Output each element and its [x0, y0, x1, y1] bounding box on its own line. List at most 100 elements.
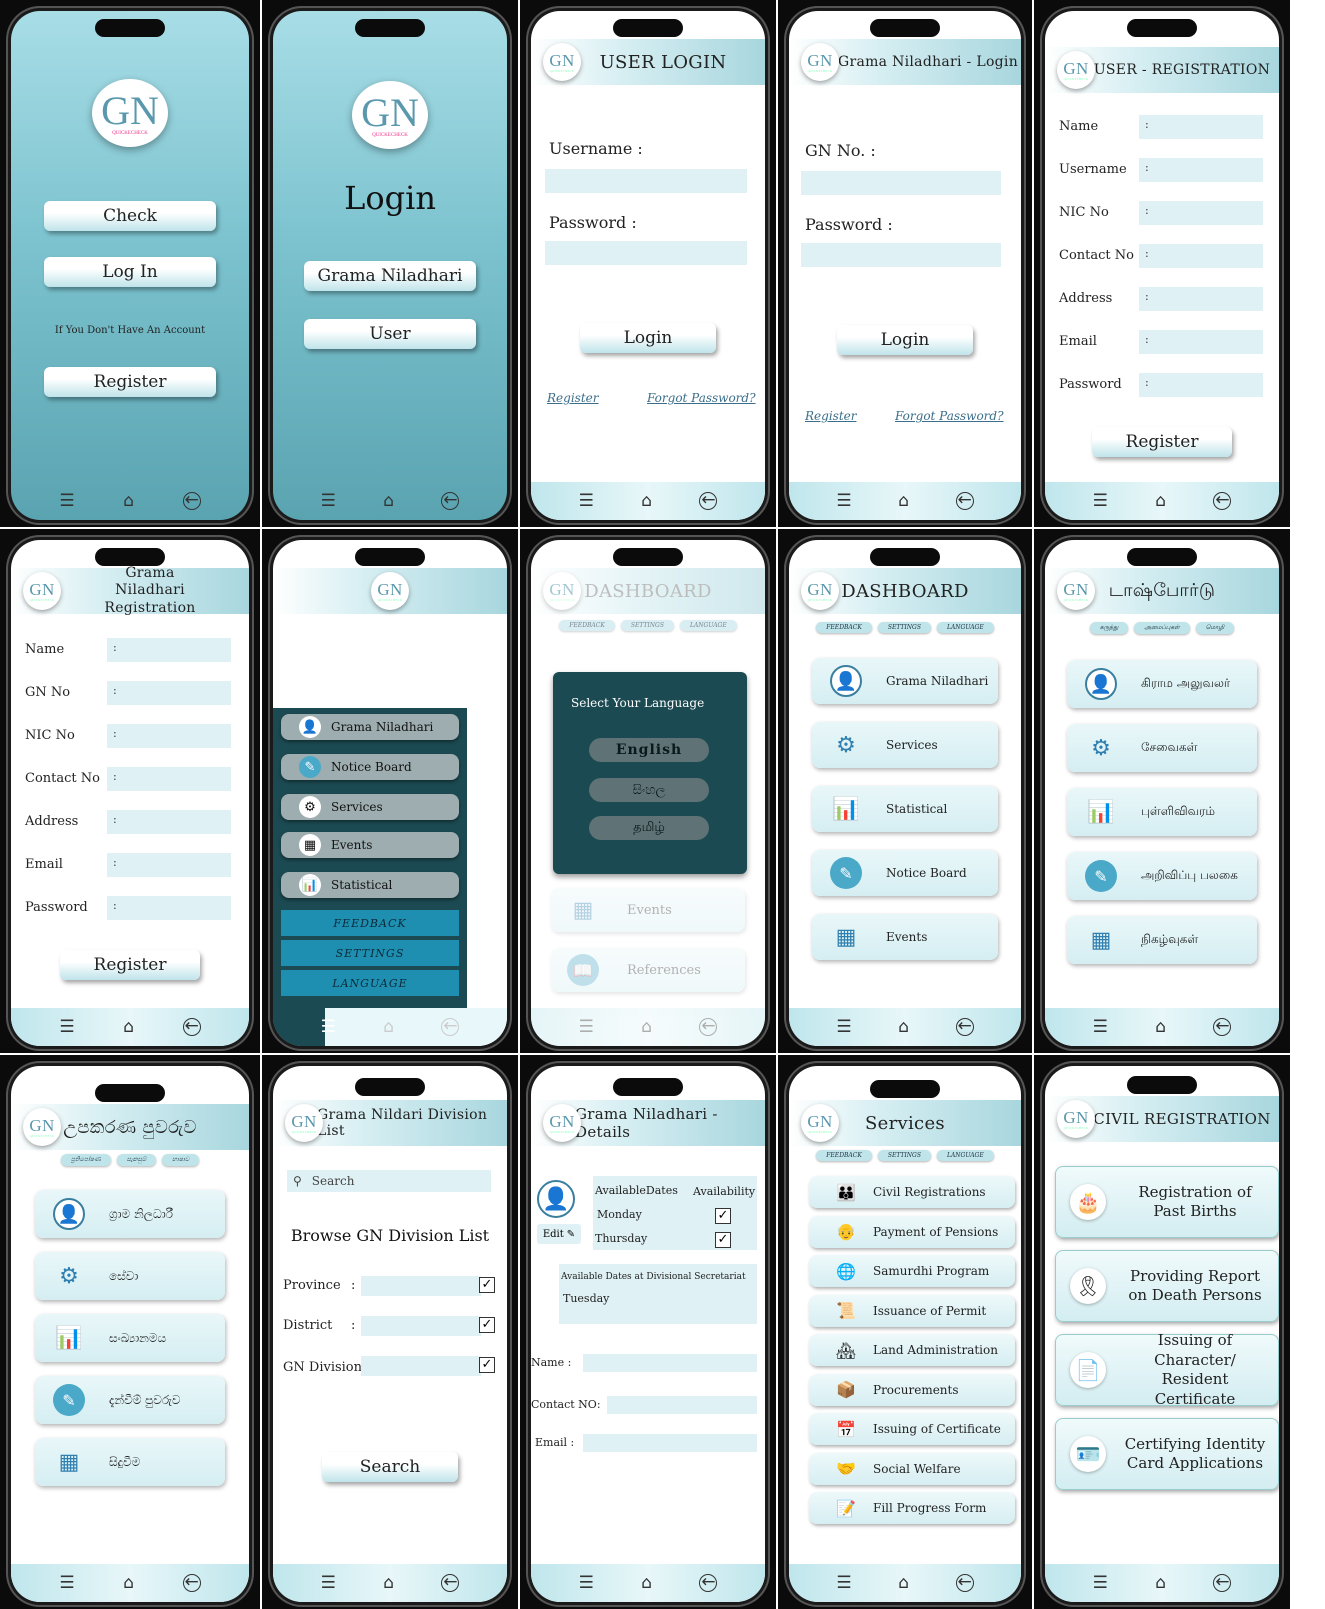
register-link[interactable]: Register: [547, 391, 598, 405]
home-icon[interactable]: ⌂: [383, 1573, 394, 1593]
menu-icon[interactable]: ☰: [579, 1017, 594, 1037]
password-field[interactable]: [545, 241, 747, 265]
address-field[interactable]: :: [107, 810, 231, 834]
civil-registration-item[interactable]: 📄 Issuing of Character/ Resident Certific…: [1055, 1331, 1279, 1408]
feedback-button[interactable]: FEEDBACK: [281, 910, 459, 936]
menu-icon[interactable]: ☰: [59, 1017, 74, 1037]
contact-no-field[interactable]: :: [107, 767, 231, 791]
availability-checkbox[interactable]: ✓: [715, 1208, 731, 1224]
district-dropdown-icon[interactable]: ✓: [479, 1317, 495, 1333]
password-field[interactable]: :: [1139, 373, 1263, 397]
back-icon[interactable]: ←: [699, 1574, 718, 1592]
menu-icon[interactable]: ☰: [321, 1573, 336, 1593]
email-field[interactable]: [583, 1434, 757, 1452]
home-icon[interactable]: ⌂: [383, 491, 394, 511]
civil-registration-item[interactable]: 🪪 Certifying Identity Card Applications: [1055, 1418, 1279, 1490]
dashboard-card[interactable]: ▦ நிகழ்வுகள்: [1067, 916, 1257, 964]
service-item[interactable]: 👪 Civil Registrations: [809, 1176, 1015, 1208]
dashboard-card[interactable]: ▦ Events: [812, 914, 998, 960]
contact-no-field[interactable]: :: [1139, 244, 1263, 268]
back-icon[interactable]: ←: [699, 492, 718, 510]
menu-icon[interactable]: ☰: [59, 1573, 74, 1593]
tamil-option[interactable]: தமிழ்: [589, 816, 709, 840]
home-icon[interactable]: ⌂: [383, 1017, 394, 1037]
service-item[interactable]: 📦 Procurements: [809, 1373, 1015, 1406]
contact-field[interactable]: [607, 1396, 757, 1414]
home-icon[interactable]: ⌂: [641, 491, 652, 511]
back-icon[interactable]: ←: [1213, 1018, 1232, 1036]
gn-division-select[interactable]: [361, 1356, 481, 1376]
service-item[interactable]: 👴 Payment of Pensions: [809, 1215, 1015, 1248]
tab-feedback[interactable]: ප්‍රතිපෝෂණ: [60, 1154, 111, 1166]
dashboard-card[interactable]: ✎ Notice Board: [812, 850, 998, 896]
dashboard-card[interactable]: 📊 புள்ளிவிவரம்: [1067, 788, 1257, 836]
register-button[interactable]: Register: [60, 950, 200, 980]
email-field[interactable]: :: [107, 853, 231, 877]
menu-icon[interactable]: ☰: [1093, 491, 1108, 511]
sinhala-option[interactable]: සිංහල: [589, 778, 709, 802]
name-field[interactable]: :: [1139, 115, 1263, 139]
back-icon[interactable]: ←: [182, 492, 201, 510]
tab-settings[interactable]: SETTINGS: [877, 1150, 931, 1161]
province-dropdown-icon[interactable]: ✓: [479, 1277, 495, 1293]
nic-no-field[interactable]: :: [107, 724, 231, 748]
tab-language[interactable]: மொழி: [1195, 622, 1235, 634]
menu-item-statistical[interactable]: 📊 Statistical: [281, 872, 459, 898]
dashboard-card[interactable]: 👤 Grama Niladhari: [812, 658, 998, 704]
service-item[interactable]: 🏘 Land Administration: [809, 1334, 1015, 1366]
menu-item-services[interactable]: ⚙ Services: [281, 794, 459, 820]
password-field[interactable]: [801, 243, 1001, 267]
dashboard-card[interactable]: 📊 Statistical: [812, 786, 998, 832]
password-field[interactable]: :: [107, 896, 231, 920]
back-icon[interactable]: ←: [182, 1574, 201, 1592]
forgot-password-link[interactable]: Forgot Password?: [647, 391, 756, 405]
gn-no-field[interactable]: :: [107, 681, 231, 705]
login-button[interactable]: Log In: [44, 257, 216, 287]
register-button[interactable]: Register: [1092, 427, 1232, 457]
gn-division-dropdown-icon[interactable]: ✓: [479, 1357, 495, 1373]
name-field[interactable]: [583, 1354, 757, 1372]
service-item[interactable]: 📜 Issuance of Permit: [809, 1294, 1015, 1327]
dashboard-card[interactable]: ⚙ Services: [812, 722, 998, 768]
service-item[interactable]: 🤝 Social Welfare: [809, 1452, 1015, 1485]
menu-icon[interactable]: ☰: [836, 1573, 851, 1593]
dashboard-card[interactable]: 📊 සංඛ්‍යානමය: [35, 1314, 225, 1362]
menu-icon[interactable]: ☰: [836, 1017, 851, 1037]
home-icon[interactable]: ⌂: [1155, 1017, 1166, 1037]
search-button[interactable]: Search: [322, 1452, 458, 1482]
service-item[interactable]: 📝 Fill Progress Form: [809, 1492, 1015, 1524]
menu-icon[interactable]: ☰: [1093, 1017, 1108, 1037]
home-icon[interactable]: ⌂: [123, 491, 134, 511]
username-field[interactable]: [545, 169, 747, 193]
home-icon[interactable]: ⌂: [1155, 491, 1166, 511]
tab-feedback[interactable]: FEEDBACK: [816, 1150, 872, 1161]
search-input[interactable]: ⚲ Search: [287, 1170, 491, 1192]
home-icon[interactable]: ⌂: [123, 1573, 134, 1593]
tab-language[interactable]: භාෂාව: [162, 1154, 200, 1166]
name-field[interactable]: :: [107, 638, 231, 662]
dashboard-card[interactable]: ⚙ சேவைகள்: [1067, 724, 1257, 772]
check-button[interactable]: Check: [44, 201, 216, 231]
back-icon[interactable]: ←: [441, 1018, 460, 1036]
tab-feedback[interactable]: FEEDBACK: [816, 622, 872, 633]
grama-niladhari-button[interactable]: Grama Niladhari: [304, 261, 476, 291]
service-item[interactable]: 🌐 Samurdhi Program: [809, 1255, 1015, 1287]
tab-feedback[interactable]: FEEDBACK: [559, 620, 615, 631]
gn-no-field[interactable]: [801, 171, 1001, 195]
dashboard-card[interactable]: 👤 ග්‍රාම නිලධාරී: [35, 1190, 225, 1238]
district-select[interactable]: [361, 1316, 481, 1336]
settings-button[interactable]: SETTINGS: [281, 940, 459, 966]
menu-icon[interactable]: ☰: [836, 491, 851, 511]
back-icon[interactable]: ←: [182, 1018, 201, 1036]
menu-item-notice-board[interactable]: ✎ Notice Board: [281, 754, 459, 780]
register-link[interactable]: Register: [805, 409, 856, 423]
dashboard-card[interactable]: ▦ සිදුවීම: [35, 1438, 225, 1486]
edit-button[interactable]: Edit ✎: [537, 1224, 581, 1244]
province-select[interactable]: [361, 1276, 481, 1296]
home-icon[interactable]: ⌂: [123, 1017, 134, 1037]
back-icon[interactable]: ←: [955, 492, 974, 510]
tab-settings[interactable]: SETTINGS: [620, 620, 674, 631]
home-icon[interactable]: ⌂: [898, 491, 909, 511]
menu-icon[interactable]: ☰: [579, 1573, 594, 1593]
email-field[interactable]: :: [1139, 330, 1263, 354]
